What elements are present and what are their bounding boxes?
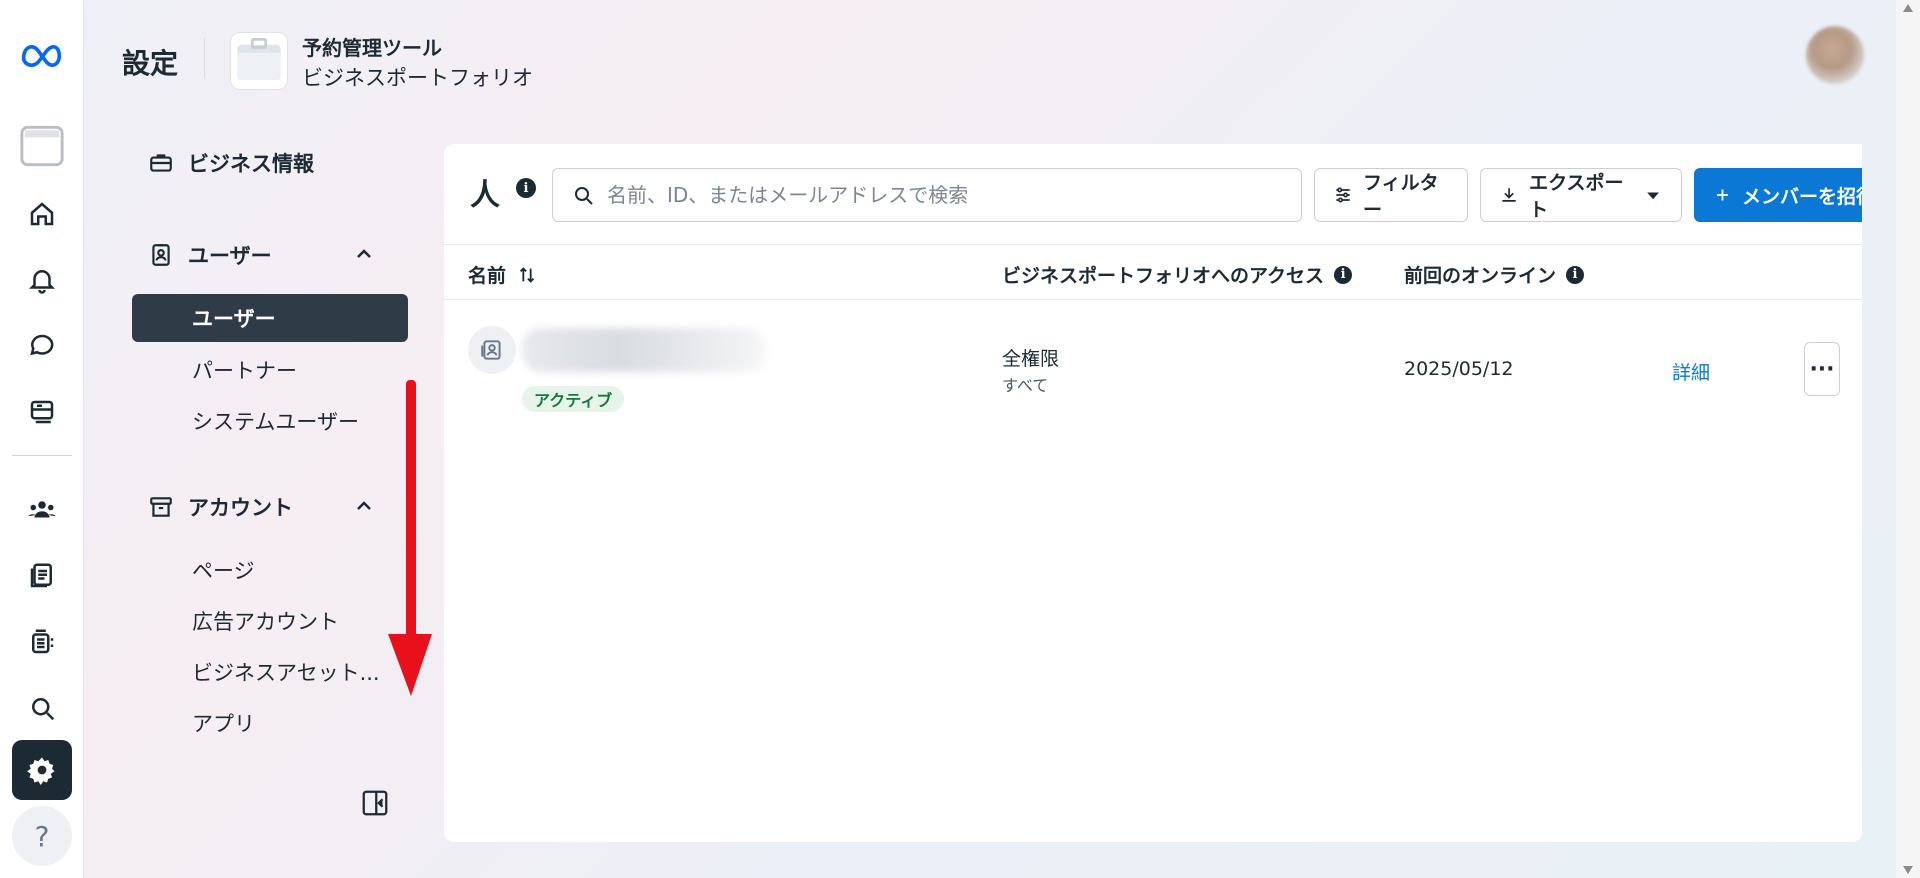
chevron-up-icon[interactable] (352, 494, 376, 518)
sidebar-item-pages[interactable]: ページ (132, 546, 408, 594)
home-icon[interactable] (12, 184, 72, 244)
sidebar-item-ad-accounts[interactable]: 広告アカウント (132, 597, 408, 645)
scroll-down-icon[interactable] (1903, 866, 1913, 874)
header-divider (204, 38, 205, 78)
sidebar-item-partners[interactable]: パートナー (132, 346, 408, 394)
red-arrow-annotation (388, 380, 432, 696)
sidebar-item-business-info[interactable]: ビジネス情報 (148, 148, 314, 178)
column-header-name[interactable]: 名前 (468, 261, 538, 288)
download-icon (1502, 188, 1516, 202)
page-scrollbar[interactable] (1896, 0, 1920, 878)
people-card: 人 i フィルター エクスポート メンバーを招待 名前 ビジネスポートフォリオへ… (444, 144, 1862, 842)
column-header-last-online: 前回のオンライン i (1404, 261, 1585, 288)
briefcase-icon (150, 154, 172, 172)
card-title: 人 (470, 178, 500, 213)
sidebar-item-users[interactable]: ユーザー (132, 294, 408, 342)
archive-icon (150, 497, 172, 517)
meta-logo-icon[interactable] (12, 26, 72, 86)
column-label: 前回のオンライン (1404, 265, 1557, 287)
people-icon[interactable] (12, 480, 72, 540)
page-title: 設定 (122, 47, 179, 80)
sidebar-section-label: ユーザー (188, 244, 272, 268)
invite-label: メンバーを招待 (1741, 185, 1862, 208)
user-name-redacted[interactable] (522, 328, 766, 372)
export-label: エクスポート (1529, 172, 1624, 221)
info-icon[interactable]: i (1566, 265, 1585, 284)
user-badge-icon (468, 326, 516, 374)
sidebar-item-label: ビジネス情報 (188, 152, 314, 176)
portfolio-type: ビジネスポートフォリオ (302, 66, 533, 90)
sidebar-section-users[interactable]: ユーザー (148, 240, 272, 270)
sidebar-item-business-assets[interactable]: ビジネスアセット... (132, 648, 408, 696)
sidebar-item-apps[interactable]: アプリ (132, 699, 408, 747)
rail-divider (12, 455, 72, 456)
table-header: 名前 ビジネスポートフォリオへのアクセス i 前回のオンライン i (444, 244, 1862, 300)
briefcase-icon[interactable] (230, 32, 288, 90)
portfolio-name[interactable]: 予約管理ツール (302, 32, 442, 61)
access-scope: すべて (1002, 376, 1049, 395)
documents-icon[interactable] (12, 546, 72, 606)
invite-member-button[interactable]: メンバーを招待 (1694, 168, 1862, 222)
search-input[interactable] (607, 183, 1267, 207)
help-icon[interactable]: ? (12, 806, 72, 866)
scroll-up-icon[interactable] (1903, 4, 1913, 12)
info-icon[interactable]: i (516, 178, 536, 198)
info-icon[interactable]: i (1334, 265, 1353, 284)
sidebar-item-system-users[interactable]: システムユーザー (132, 397, 408, 445)
sidebar-section-label: アカウント (188, 496, 293, 520)
collapse-sidebar-icon[interactable] (360, 788, 390, 818)
search-icon (575, 187, 593, 205)
column-header-access: ビジネスポートフォリオへのアクセス i (1002, 261, 1353, 288)
sort-icon[interactable] (516, 264, 538, 286)
search-box[interactable] (552, 168, 1302, 222)
ellipsis-icon: ··· (1809, 356, 1835, 382)
status-badge: アクティブ (522, 386, 625, 412)
filter-button[interactable]: フィルター (1314, 168, 1468, 222)
filter-label: フィルター (1363, 172, 1439, 221)
caret-down-icon (1647, 192, 1659, 200)
avatar[interactable] (1806, 26, 1864, 84)
inbox-icon[interactable] (12, 382, 72, 442)
chat-icon[interactable] (12, 316, 72, 376)
more-options-button[interactable]: ··· (1804, 342, 1840, 396)
chevron-up-icon[interactable] (352, 242, 376, 266)
left-rail: ? (0, 0, 84, 878)
search-icon[interactable] (12, 678, 72, 738)
sliders-icon (1336, 187, 1350, 203)
column-label: 名前 (468, 265, 507, 287)
id-badge-icon (152, 244, 170, 266)
sidebar-section-accounts[interactable]: アカウント (148, 492, 293, 522)
portfolio-icon[interactable] (12, 116, 72, 176)
last-online-date: 2025/05/12 (1404, 358, 1514, 380)
access-level: 全権限 (1002, 348, 1060, 370)
ads-icon[interactable] (12, 612, 72, 672)
details-link[interactable]: 詳細 (1672, 358, 1710, 385)
plus-icon (1716, 189, 1729, 201)
export-button[interactable]: エクスポート (1480, 168, 1682, 222)
column-label: ビジネスポートフォリオへのアクセス (1002, 265, 1325, 287)
bell-icon[interactable] (12, 250, 72, 310)
settings-icon[interactable] (12, 740, 72, 800)
